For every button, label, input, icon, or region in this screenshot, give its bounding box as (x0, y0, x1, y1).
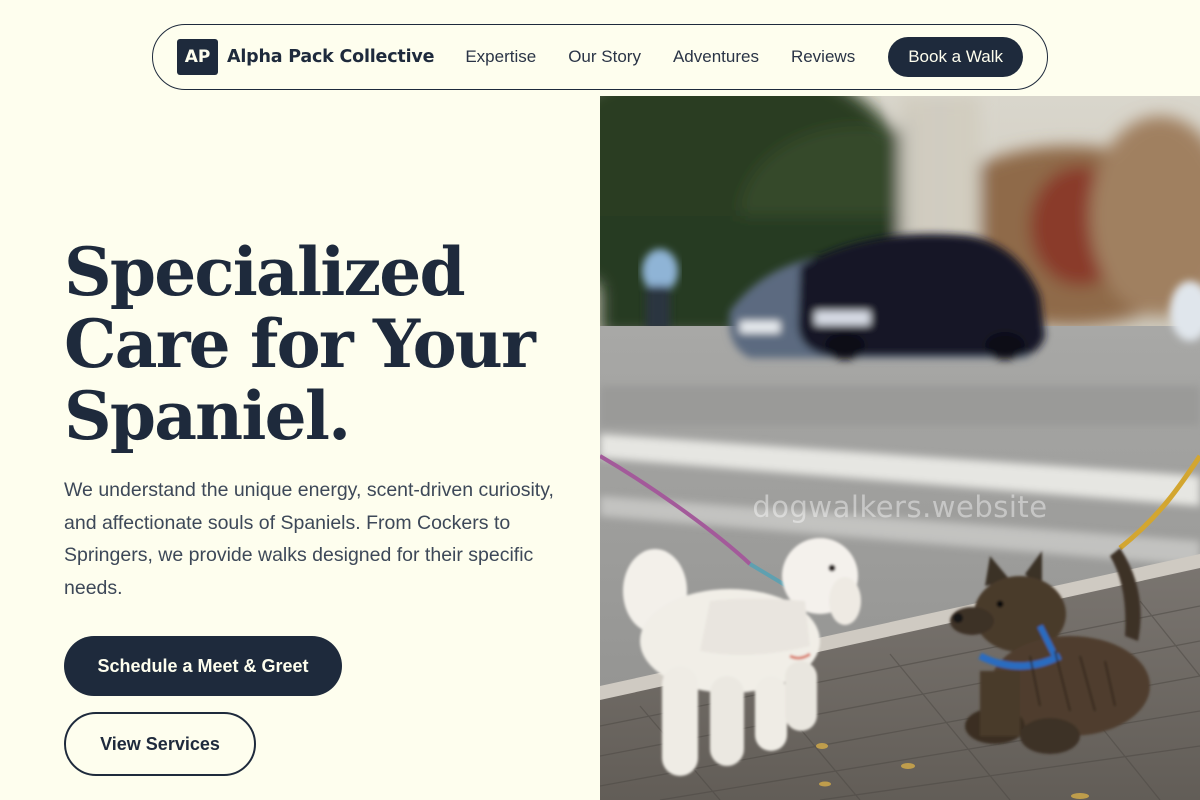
view-services-button[interactable]: View Services (64, 712, 256, 776)
schedule-meet-greet-button[interactable]: Schedule a Meet & Greet (64, 636, 342, 696)
top-navigation: AP Alpha Pack Collective Expertise Our S… (152, 24, 1048, 90)
hero-description: We understand the unique energy, scent-d… (64, 479, 554, 599)
book-a-walk-button[interactable]: Book a Walk (888, 37, 1023, 77)
nav-links: Expertise Our Story Adventures Reviews B… (465, 37, 1023, 77)
nav-link-our-story[interactable]: Our Story (568, 47, 641, 67)
dogs-on-leash-photo (600, 96, 1200, 800)
nav-link-expertise[interactable]: Expertise (465, 47, 536, 67)
hero-title-line: Care for Your (64, 305, 536, 383)
hero-title: Specialized Care for Your Spaniel. (64, 236, 584, 452)
nav-link-adventures[interactable]: Adventures (673, 47, 759, 67)
hero-photo: dogwalkers.website (600, 96, 1200, 800)
hero-title-line: Spaniel. (64, 377, 351, 455)
brand-name[interactable]: Alpha Pack Collective (227, 47, 434, 67)
brand[interactable]: AP Alpha Pack Collective (177, 39, 434, 75)
brand-logo[interactable]: AP (177, 39, 218, 75)
hero-title-line: Specialized (64, 233, 466, 311)
nav-link-reviews[interactable]: Reviews (791, 47, 855, 67)
